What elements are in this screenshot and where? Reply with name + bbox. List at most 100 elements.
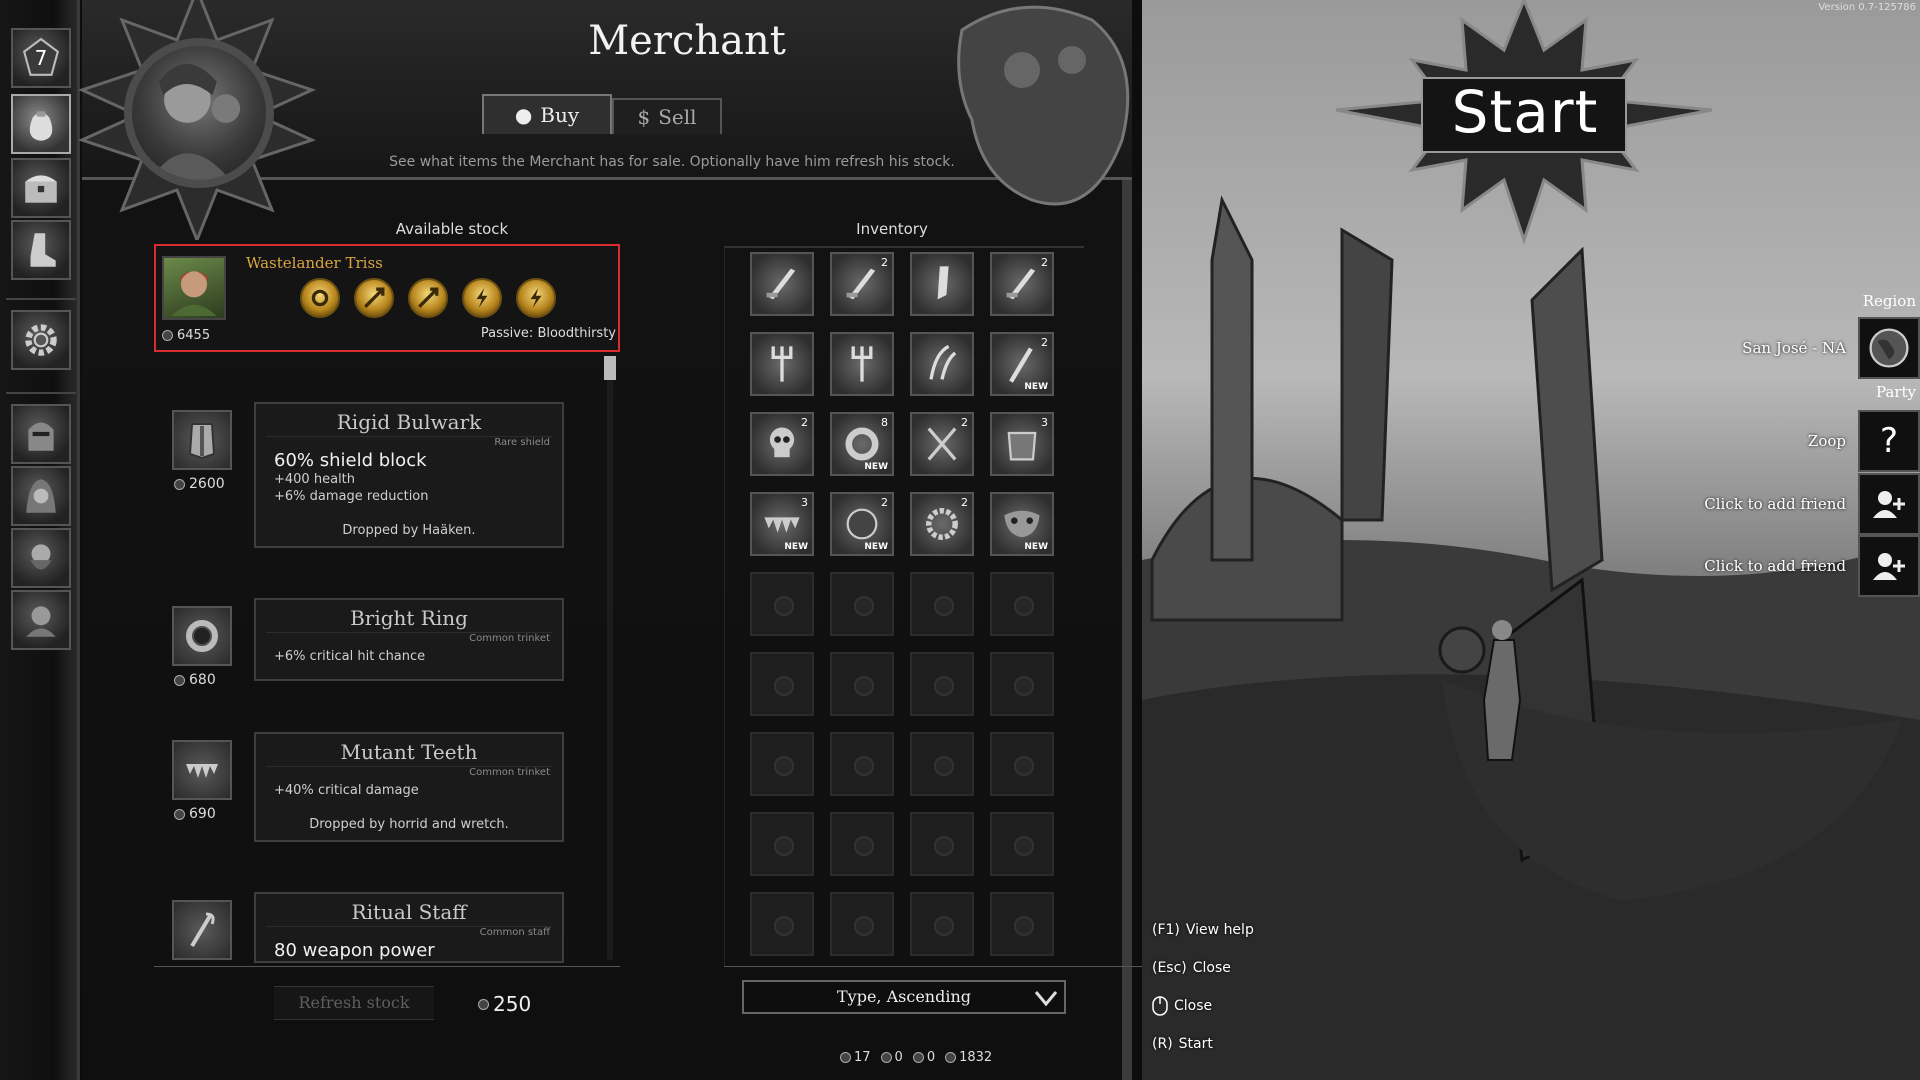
inventory-slot[interactable] <box>910 332 974 396</box>
inventory-slot-empty[interactable] <box>910 732 974 796</box>
hooded-portrait-icon <box>26 479 56 513</box>
hero-card[interactable]: Wastelander Triss 6455 Passive: Bloodthi… <box>154 244 620 352</box>
item-card[interactable]: Ritual Staff Common staff 80 weapon powe… <box>254 892 564 963</box>
lightning-skill-icon[interactable] <box>462 278 502 318</box>
inventory-slot[interactable] <box>750 332 814 396</box>
hero-portrait-2[interactable] <box>11 466 71 526</box>
inventory-slot-empty[interactable] <box>750 572 814 636</box>
tab-buy[interactable]: ● Buy <box>482 94 612 134</box>
hero-avatar <box>162 256 226 320</box>
item-main-text: weapon power <box>302 940 435 961</box>
stock-item[interactable]: Ritual Staff Common staff 80 weapon powe… <box>172 892 592 964</box>
hotkey-mouse-close[interactable]: Close <box>1152 996 1212 1016</box>
tab-buy-label: Buy <box>540 103 580 127</box>
inventory-slot-empty[interactable] <box>990 572 1054 636</box>
add-friend-label: Click to add friend <box>1704 495 1846 513</box>
inventory-slot-empty[interactable] <box>910 572 974 636</box>
item-rarity: Common trinket <box>469 633 550 644</box>
inventory-slot[interactable]: 2 <box>750 412 814 476</box>
item-main-stat: 80 weapon power <box>256 940 562 961</box>
gear-icon <box>25 324 57 356</box>
inventory-slot[interactable]: 2 <box>830 252 894 316</box>
inventory-slot[interactable]: NEW <box>990 492 1054 556</box>
inventory-slot-empty[interactable] <box>910 892 974 956</box>
item-name: Rigid Bulwark <box>266 404 552 437</box>
empty-slot-icon <box>854 596 874 616</box>
tab-sell[interactable]: $ Sell <box>612 98 722 134</box>
hotkey-help[interactable]: (F1) View help <box>1152 922 1254 938</box>
settings-button[interactable] <box>11 310 71 370</box>
currency-item: 0 <box>912 1050 936 1065</box>
hero-portrait-1[interactable] <box>11 404 71 464</box>
party-member[interactable]: Zoop ? <box>1808 410 1920 472</box>
inventory-slot[interactable] <box>830 332 894 396</box>
inventory-slot[interactable]: 2 <box>910 492 974 556</box>
inventory-title: Inventory <box>856 220 928 238</box>
lightning-skill-icon[interactable] <box>516 278 556 318</box>
item-card[interactable]: Bright Ring Common trinket +6% critical … <box>254 598 564 681</box>
empty-slot-icon <box>854 916 874 936</box>
hero-portrait-4[interactable] <box>11 590 71 650</box>
inventory-slot-empty[interactable] <box>750 652 814 716</box>
inventory-slot-empty[interactable] <box>750 892 814 956</box>
inventory-slot-empty[interactable] <box>830 732 894 796</box>
item-card[interactable]: Mutant Teeth Common trinket +40% critica… <box>254 732 564 842</box>
inventory-slot-empty[interactable] <box>910 652 974 716</box>
inventory-slot[interactable] <box>910 252 974 316</box>
stock-scrollbar-thumb[interactable] <box>604 356 616 380</box>
inventory-slot-empty[interactable] <box>990 652 1054 716</box>
add-friend-slot[interactable]: Click to add friend <box>1704 535 1920 597</box>
spin-skill-icon[interactable] <box>300 278 340 318</box>
hero-gold: 6455 <box>162 328 210 343</box>
item-card[interactable]: Rigid Bulwark Rare shield 60% shield blo… <box>254 402 564 548</box>
tab-sell-label: Sell <box>658 105 697 129</box>
hotkey-label: Close <box>1174 998 1213 1014</box>
new-badge: NEW <box>1024 382 1048 392</box>
empty-slot-icon <box>1014 756 1034 776</box>
inventory-slot-empty[interactable] <box>830 652 894 716</box>
inventory-slot[interactable]: 8 NEW <box>830 412 894 476</box>
hotkey-start[interactable]: (R) Start <box>1152 1036 1213 1052</box>
inventory-slot-empty[interactable] <box>750 732 814 796</box>
add-friend-slot[interactable]: Click to add friend <box>1704 473 1920 535</box>
inventory-slot[interactable]: 2 NEW <box>830 492 894 556</box>
inventory-slot-empty[interactable] <box>830 572 894 636</box>
stash-button[interactable] <box>11 158 71 218</box>
stock-scrollbar[interactable] <box>607 360 613 960</box>
empty-slot-icon <box>1014 836 1034 856</box>
empty-slot-icon <box>854 756 874 776</box>
hero-face-icon <box>171 271 217 316</box>
inventory-slot[interactable]: 2 <box>910 412 974 476</box>
item-name: Mutant Teeth <box>266 734 552 767</box>
add-friend-label: Click to add friend <box>1704 557 1846 575</box>
inventory-slot-empty[interactable] <box>990 812 1054 876</box>
inventory-slot[interactable] <box>750 252 814 316</box>
inventory-slot-empty[interactable] <box>750 812 814 876</box>
stock-title: Available stock <box>395 220 509 238</box>
refresh-stock-button[interactable]: Refresh stock <box>274 986 434 1020</box>
inventory-slot[interactable]: 2 NEW <box>990 332 1054 396</box>
arrow-skill-icon[interactable] <box>354 278 394 318</box>
merchant-button[interactable] <box>11 94 71 154</box>
inventory-slot-empty[interactable] <box>830 892 894 956</box>
inventory-slot-empty[interactable] <box>910 812 974 876</box>
inventory-slot-empty[interactable] <box>990 732 1054 796</box>
level-badge[interactable]: 7 <box>11 28 71 88</box>
hero-portrait-3[interactable] <box>11 528 71 588</box>
sort-dropdown[interactable]: Type, Ascending <box>742 980 1066 1014</box>
inventory-slot[interactable]: 3 <box>990 412 1054 476</box>
inventory-slot[interactable]: 2 <box>990 252 1054 316</box>
item-price-value: 2600 <box>189 476 225 492</box>
equipment-button[interactable] <box>11 220 71 280</box>
region-selector[interactable]: San José - NA <box>1742 317 1920 379</box>
currency-value: 0 <box>926 1050 936 1065</box>
bearded-portrait-icon <box>30 544 52 570</box>
arrow-skill-icon[interactable] <box>408 278 448 318</box>
inventory-slot[interactable]: 3 NEW <box>750 492 814 556</box>
inventory-slot-empty[interactable] <box>990 892 1054 956</box>
item-stat-value: +40% <box>274 783 314 798</box>
hotkey-close[interactable]: (Esc) Close <box>1152 960 1231 976</box>
inventory-slot-empty[interactable] <box>830 812 894 876</box>
item-stat-text: damage reduction <box>309 489 429 504</box>
start-button[interactable]: Start <box>1420 78 1630 146</box>
